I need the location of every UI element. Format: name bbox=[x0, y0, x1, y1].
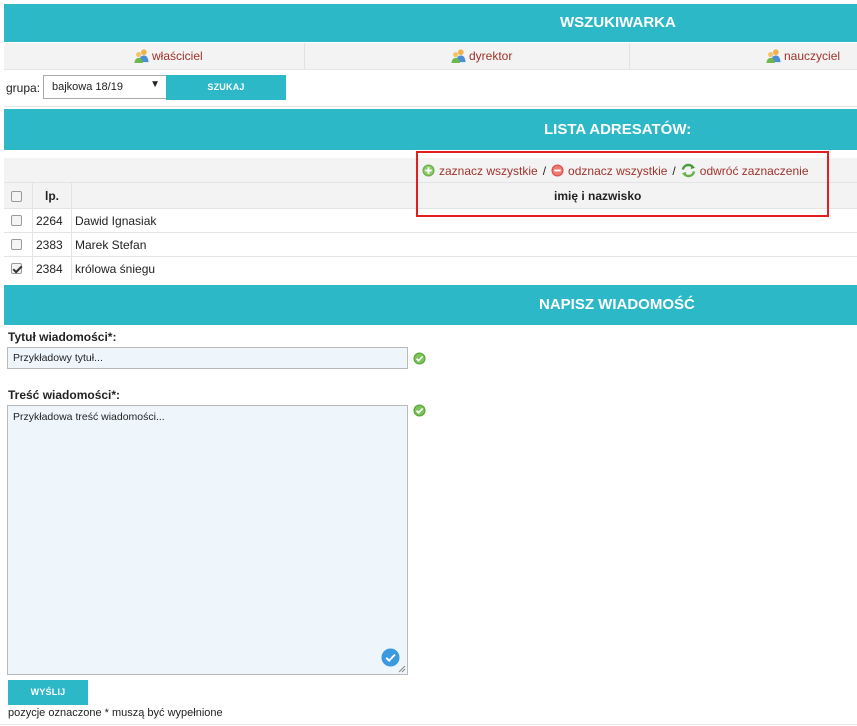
role-label: właściciel bbox=[152, 48, 203, 63]
row-lp: 2264 bbox=[36, 214, 63, 228]
row-checkbox[interactable] bbox=[11, 263, 22, 274]
divider bbox=[71, 209, 72, 232]
divider bbox=[0, 724, 857, 725]
group-label: grupa: bbox=[6, 81, 41, 95]
people-icon bbox=[451, 49, 466, 63]
divider bbox=[32, 183, 33, 208]
column-divider bbox=[304, 43, 305, 69]
column-header-lp: lp. bbox=[45, 189, 59, 203]
divider bbox=[32, 209, 33, 232]
select-all-checkbox[interactable] bbox=[11, 191, 22, 202]
search-button[interactable]: SZUKAJ bbox=[166, 75, 286, 100]
role-link-teacher[interactable]: nauczyciel bbox=[766, 48, 840, 63]
divider bbox=[71, 233, 72, 256]
row-name: Dawid Ignasiak bbox=[75, 214, 157, 228]
table-row[interactable]: 2384 królowa śniegu bbox=[4, 256, 857, 280]
subject-input[interactable]: Przykładowy tytuł... bbox=[7, 347, 408, 369]
subject-label: Tytuł wiadomości*: bbox=[8, 330, 117, 344]
row-name: Marek Stefan bbox=[75, 238, 147, 252]
search-header-bar: WSZUKIWARKA bbox=[4, 4, 857, 42]
recipients-header-bar: LISTA ADRESATÓW: bbox=[4, 109, 857, 150]
group-select[interactable]: bajkowa 18/19 ▼ bbox=[43, 75, 167, 99]
message-title: NAPISZ WIADOMOŚĆ bbox=[539, 296, 695, 313]
group-select-value: bajkowa 18/19 bbox=[52, 81, 123, 93]
people-icon bbox=[766, 49, 781, 63]
dropdown-arrow-icon: ▼ bbox=[150, 79, 160, 90]
role-label: dyrektor bbox=[469, 48, 513, 63]
role-link-director[interactable]: dyrektor bbox=[451, 48, 512, 63]
divider bbox=[4, 106, 857, 107]
required-fields-note: pozycje oznaczone * muszą być wypełnione bbox=[8, 707, 223, 719]
row-checkbox[interactable] bbox=[11, 215, 22, 226]
divider bbox=[32, 257, 33, 280]
message-header-bar: NAPISZ WIADOMOŚĆ bbox=[4, 285, 857, 325]
check-circle-icon bbox=[413, 352, 426, 365]
row-name: królowa śniegu bbox=[75, 262, 156, 276]
row-checkbox[interactable] bbox=[11, 239, 22, 250]
divider bbox=[71, 183, 72, 208]
role-label: nauczyciel bbox=[784, 48, 841, 63]
check-circle-icon bbox=[413, 404, 426, 417]
row-lp: 2384 bbox=[36, 262, 63, 276]
resize-grip-icon[interactable] bbox=[396, 663, 406, 673]
divider bbox=[32, 233, 33, 256]
send-button[interactable]: WYŚLIJ bbox=[8, 680, 88, 705]
table-row[interactable]: 2383 Marek Stefan bbox=[4, 232, 857, 256]
divider bbox=[71, 257, 72, 280]
recipients-title: LISTA ADRESATÓW: bbox=[544, 121, 692, 138]
body-label: Treść wiadomości*: bbox=[8, 388, 121, 402]
row-lp: 2383 bbox=[36, 238, 63, 252]
body-textarea[interactable]: Przykładowa treść wiadomości... bbox=[7, 405, 408, 675]
people-icon bbox=[134, 49, 149, 63]
role-link-owner[interactable]: właściciel bbox=[134, 48, 203, 63]
filter-row: grupa: bajkowa 18/19 ▼ SZUKAJ bbox=[4, 70, 857, 106]
roles-row: właściciel dyrektor nauczyciel bbox=[4, 43, 857, 70]
column-divider bbox=[629, 43, 630, 69]
search-title: WSZUKIWARKA bbox=[560, 14, 676, 31]
highlight-frame bbox=[416, 151, 829, 217]
